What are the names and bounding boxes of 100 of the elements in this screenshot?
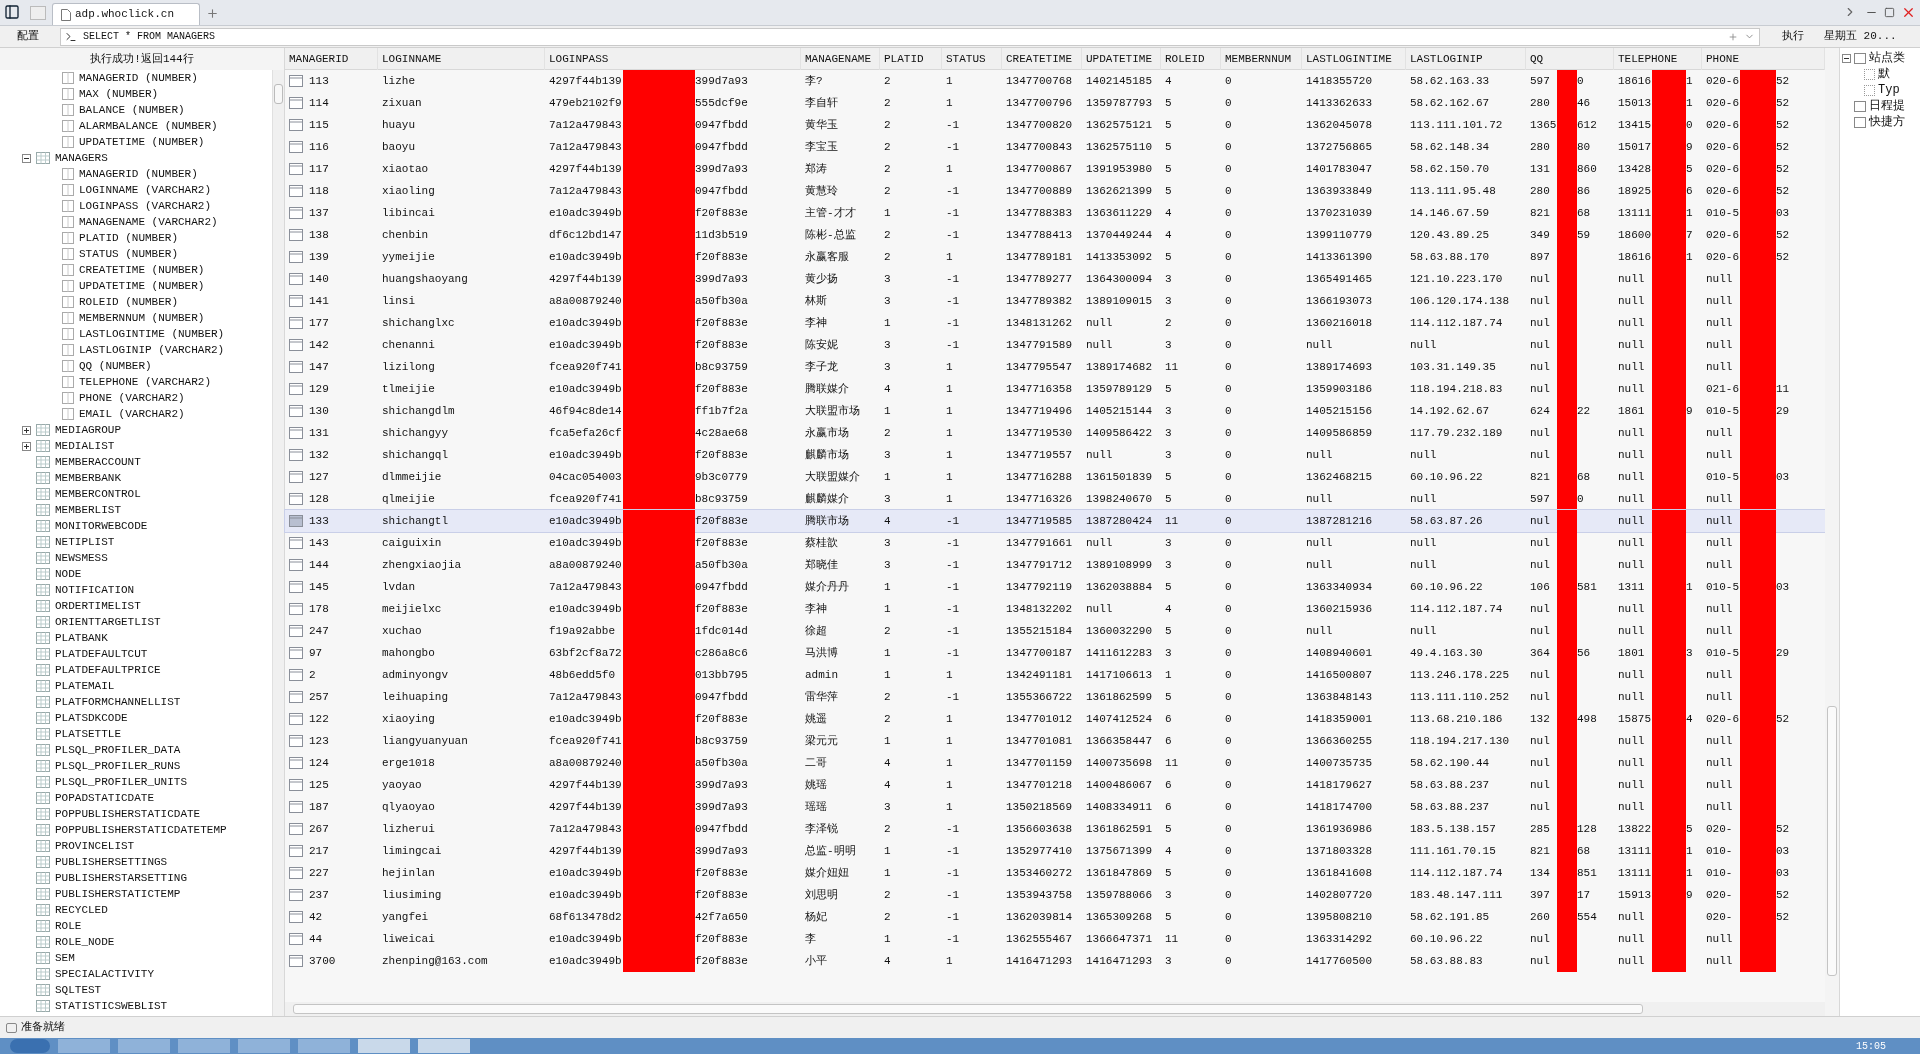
table-row[interactable]: 127 dlmmeijie 04cac054003 9b3c0779 大联盟媒介 1 1 1347716288 1361501839 5 0 1362468215 60.10.96.22 821 68 null 010-5 03 [285, 466, 1825, 488]
column-label[interactable]: ALARMBALANCE (NUMBER) [79, 117, 218, 135]
table-label[interactable]: POPPUBLISHERSTATICDATETEMP [55, 821, 227, 839]
blank-tab-icon[interactable] [30, 6, 46, 20]
table-row[interactable]: 187 qlyaoyao 4297f44b139 399d7a93 瑶瑶 3 1 1350218569 1408334911 6 0 1418174700 58.63.88.237 nul null null [285, 796, 1825, 818]
row-icon[interactable] [289, 75, 303, 87]
row-icon[interactable] [289, 823, 303, 835]
table-label[interactable]: ORIENTTARGETLIST [55, 613, 161, 631]
column-header[interactable]: MANAGERID [285, 48, 378, 70]
table-label[interactable]: STATISTICSWEBLIST [55, 997, 168, 1015]
row-icon[interactable] [289, 229, 303, 241]
row-icon[interactable] [289, 669, 303, 681]
column-label[interactable]: PLATID (NUMBER) [79, 229, 179, 247]
maximize-icon[interactable] [1884, 7, 1895, 18]
table-row[interactable]: 113 lizhe 4297f44b139 399d7a93 李? 2 1 1347700768 1402145185 4 0 1418355720 58.62.163.33 597 0 18616 1 020-6 52 [285, 70, 1825, 92]
row-icon[interactable] [289, 97, 303, 109]
sql-input-field[interactable]: SELECT * FROM MANAGERS [60, 27, 1760, 46]
table-label[interactable]: POPADSTATICDATE [55, 789, 155, 807]
row-icon[interactable] [289, 581, 303, 593]
table-row[interactable]: 131 shichangyy fca5efa26cf 4c28ae68 永赢市场 2 1 1347719530 1409586422 3 0 1409586859 117.79.232.189 nul null null [285, 422, 1825, 444]
table-row[interactable]: 140 huangshaoyang 4297f44b139 399d7a93 黄少扬 3 -1 1347789277 1364300094 3 0 1365491465 121.10.223.170 nul null null [285, 268, 1825, 290]
table-row[interactable]: 3700 zhenping@163.com e10adc3949b f20f883e 小平 4 1 1416471293 1416471293 3 0 1417760500 58.63.88.83 nul null null [285, 950, 1825, 972]
table-row[interactable]: 145 lvdan 7a12a479843 0947fbdd 媒介丹丹 1 -1 1347792119 1362038884 5 0 1363340934 60.10.96.22 106 581 1311 1 010-5 03 [285, 576, 1825, 598]
table-label[interactable]: NETIPLIST [55, 533, 115, 551]
row-icon[interactable] [289, 625, 303, 637]
tree-label[interactable]: Typ [1878, 81, 1900, 99]
row-icon[interactable] [289, 955, 303, 967]
table-label[interactable]: NEWSMESS [55, 549, 108, 567]
table-row[interactable]: 123 liangyuanyuan fcea920f741 b8c93759 梁元元 1 1 1347701081 1366358447 6 0 1366360255 118.194.217.130 nul null null [285, 730, 1825, 752]
table-label[interactable]: MEMBERBANK [55, 469, 121, 487]
column-label[interactable]: MANAGERID (NUMBER) [79, 70, 198, 87]
table-row[interactable]: 115 huayu 7a12a479843 0947fbdd 黄华玉 2 -1 1347700820 1362575121 5 0 1362045078 113.111.101.72 1365 612 13415 0 020-6 52 [285, 114, 1825, 136]
row-icon[interactable] [289, 911, 303, 923]
column-header[interactable]: CREATETIME [1002, 48, 1082, 70]
row-icon[interactable] [289, 449, 303, 461]
row-icon[interactable] [289, 251, 303, 263]
row-icon[interactable] [289, 427, 303, 439]
row-icon[interactable] [289, 471, 303, 483]
row-icon[interactable] [289, 603, 303, 615]
row-icon[interactable] [289, 185, 303, 197]
column-header[interactable]: LOGINNAME [378, 48, 545, 70]
row-icon[interactable] [289, 207, 303, 219]
plus-minus-icon[interactable] [1728, 31, 1738, 42]
row-icon[interactable] [289, 141, 303, 153]
row-icon[interactable] [289, 735, 303, 747]
tree-label[interactable]: 快捷方 [1869, 113, 1905, 131]
table-row[interactable]: 247 xuchao f19a92abbe 1fdc014d 徐超 2 -1 1355215184 1360032290 5 0 null null nul null null [285, 620, 1825, 642]
column-label[interactable]: MANAGENAME (VARCHAR2) [79, 213, 218, 231]
column-label[interactable]: LOGINPASS (VARCHAR2) [79, 197, 212, 215]
row-icon[interactable] [289, 779, 303, 791]
tree-toggle[interactable] [1842, 53, 1851, 63]
table-row[interactable]: 133 shichangtl e10adc3949b f20f883e 腾联市场 4 -1 1347719585 1387280424 11 0 1387281216 58.63.87.26 nul null null [285, 510, 1825, 532]
table-row[interactable]: 116 baoyu 7a12a479843 0947fbdd 李宝玉 2 -1 1347700843 1362575110 5 0 1372756865 58.62.148.34 280 80 15017 9 020-6 52 [285, 136, 1825, 158]
table-row[interactable]: 138 chenbin df6c12bd147 11d3b519 陈彬-总监 2 -1 1347788413 1370449244 4 0 1399110779 120.43.89.25 349 59 18600 7 020-6 52 [285, 224, 1825, 246]
column-label[interactable]: LASTLOGINTIME (NUMBER) [79, 325, 225, 343]
table-label[interactable]: PUBLISHERSETTINGS [55, 853, 168, 871]
table-label[interactable]: PUBLISHERSTARSETTING [55, 869, 188, 887]
table-label[interactable]: MEDIAGROUP [55, 421, 121, 439]
table-row[interactable]: 141 linsi a8a00879240 a50fb30a 林斯 3 -1 1347789382 1389109015 3 0 1366193073 106.120.174.138 nul null null [285, 290, 1825, 312]
row-icon[interactable] [289, 559, 303, 571]
table-row[interactable]: 177 shichanglxc e10adc3949b f20f883e 李神 1 -1 1348131262 null 2 0 1360216018 114.112.187.74 nul null null [285, 312, 1825, 334]
row-icon[interactable] [289, 119, 303, 131]
table-label[interactable]: PLATDEFAULTPRICE [55, 661, 161, 679]
table-label[interactable]: PLATDEFAULTCUT [55, 645, 148, 663]
table-label[interactable]: RECYCLED [55, 901, 108, 919]
column-header[interactable]: LASTLOGINIP [1406, 48, 1526, 70]
column-header[interactable]: PLATID [880, 48, 942, 70]
table-row[interactable]: 125 yaoyao 4297f44b139 399d7a93 姚瑶 4 1 1347701218 1400486067 6 0 1418179627 58.63.88.237 nul null null [285, 774, 1825, 796]
table-label[interactable]: ROLE_NODE [55, 933, 115, 951]
table-row[interactable]: 178 meijielxc e10adc3949b f20f883e 李神 1 -1 1348132202 null 4 0 1360215936 114.112.187.74 nul null null [285, 598, 1825, 620]
table-row[interactable]: 237 liusiming e10adc3949b f20f883e 刘思明 2 -1 1353943758 1359788066 3 0 1402807720 183.48.147.111 397 17 15913 9 020- 52 [285, 884, 1825, 906]
row-icon[interactable] [289, 515, 303, 527]
table-label[interactable]: NOTIFICATION [55, 581, 135, 599]
table-row[interactable]: 42 yangfei 68f613478d2 42f7a650 杨妃 2 -1 1362039814 1365309268 5 0 1395808210 58.62.191.85 260 554 null 020- 52 [285, 906, 1825, 928]
row-icon[interactable] [289, 867, 303, 879]
table-label[interactable]: MEDIALIST [55, 437, 115, 455]
column-header[interactable]: STATUS [942, 48, 1002, 70]
table-row[interactable]: 114 zixuan 479eb2102f9 555dcf9e 李自轩 2 1 1347700796 1359787793 5 0 1413362633 58.62.162.67 280 46 15013 1 020-6 52 [285, 92, 1825, 114]
table-label[interactable]: PROVINCELIST [55, 837, 135, 855]
column-label[interactable]: BALANCE (NUMBER) [79, 101, 185, 119]
row-icon[interactable] [289, 273, 303, 285]
table-label[interactable]: MEMBERACCOUNT [55, 453, 141, 471]
tree-label[interactable]: 站点类 [1869, 49, 1905, 67]
tree-toggle[interactable] [22, 153, 31, 163]
table-label[interactable]: PLSQL_PROFILER_DATA [55, 741, 181, 759]
column-label[interactable]: UPDATETIME (NUMBER) [79, 133, 205, 151]
table-label[interactable]: PLATSDKCODE [55, 709, 128, 727]
horizontal-scrollbar[interactable] [285, 1002, 1825, 1016]
table-row[interactable]: 217 limingcai 4297f44b139 399d7a93 总监-明明 1 -1 1352977410 1375671399 4 0 1371803328 111.161.70.15 821 68 13111 1 010- 03 [285, 840, 1825, 862]
column-label[interactable]: EMAIL (VARCHAR2) [79, 405, 185, 423]
table-label[interactable]: NODE [55, 565, 82, 583]
column-header[interactable]: MANAGENAME [801, 48, 880, 70]
column-label[interactable]: TELEPHONE (VARCHAR2) [79, 373, 212, 391]
column-header[interactable]: LASTLOGINTIME [1302, 48, 1406, 70]
table-label[interactable]: SQLTEST [55, 981, 102, 999]
column-label[interactable]: ROLEID (NUMBER) [79, 293, 179, 311]
table-label[interactable]: SEM [55, 949, 75, 967]
table-label[interactable]: PLATFORMCHANNELLIST [55, 693, 181, 711]
table-label[interactable]: PLATEMAIL [55, 677, 115, 695]
table-row[interactable]: 147 lizilong fcea920f741 b8c93759 李子龙 3 1 1347795547 1389174682 11 0 1389174693 103.31.149.35 nul null null [285, 356, 1825, 378]
